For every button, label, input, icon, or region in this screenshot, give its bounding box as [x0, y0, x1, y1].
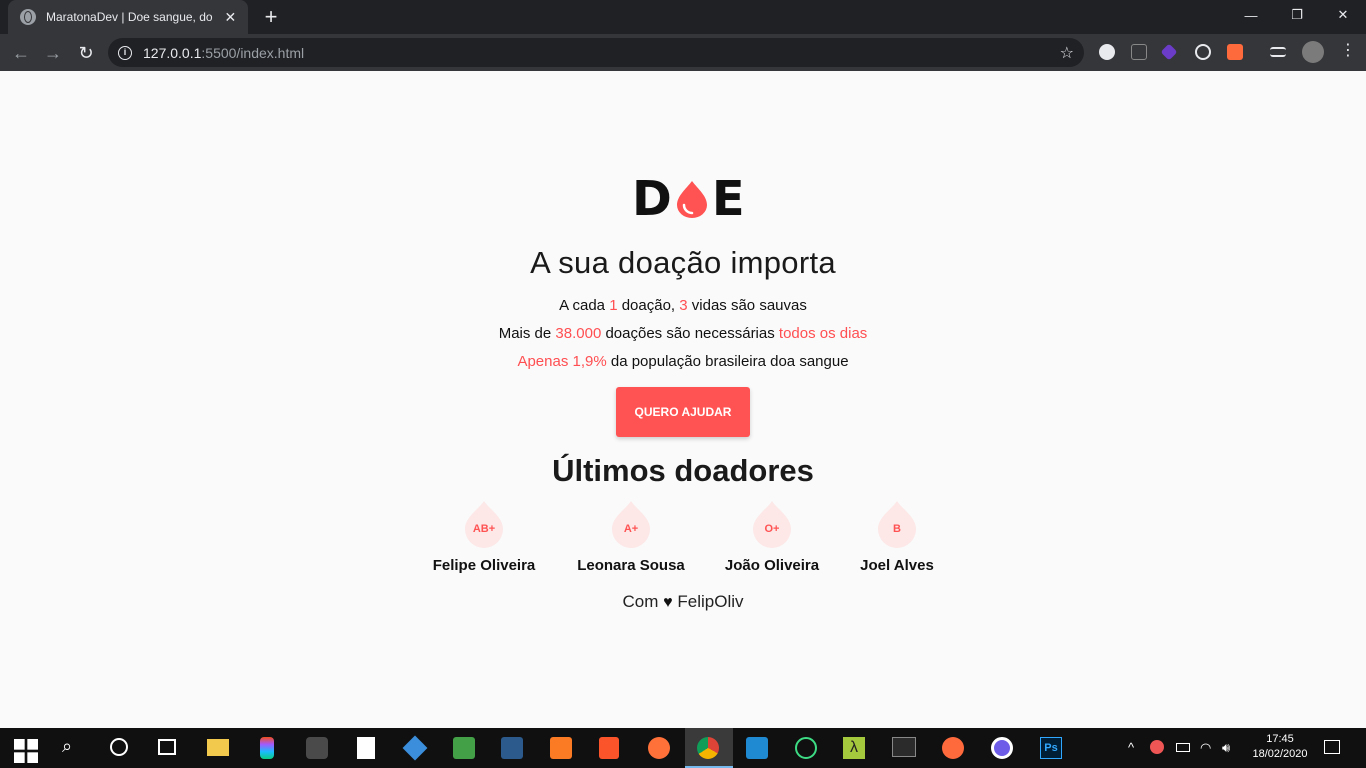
sourcetree-icon[interactable]	[402, 735, 428, 761]
windows-start-icon[interactable]	[14, 739, 38, 763]
notification-icon[interactable]	[1324, 740, 1340, 754]
donor-card: AB+ Felipe Oliveira	[414, 501, 554, 574]
media-control-icon[interactable]	[1270, 47, 1286, 57]
blood-drop-icon: A+	[610, 501, 652, 549]
bookmark-star-icon[interactable]: ☆	[1060, 43, 1074, 63]
blood-type: O+	[764, 523, 780, 535]
file-icon[interactable]	[357, 737, 375, 759]
fact-line-2: Mais de 38.000 doações são necessárias t…	[0, 325, 1366, 342]
fact-text: A cada	[559, 297, 610, 314]
url-path: :5500/index.html	[201, 44, 305, 61]
highlight-text: 38.000	[555, 325, 602, 342]
blood-drop-icon: B	[876, 501, 918, 549]
postman-icon[interactable]	[942, 737, 964, 759]
task-view-icon[interactable]	[158, 739, 176, 755]
blood-type: AB+	[472, 523, 496, 535]
heart-icon: ♥	[663, 594, 673, 611]
fact-line-1: A cada 1 doação, 3 vidas são sauvas	[0, 297, 1366, 314]
donor-card: O+ João Oliveira	[702, 501, 842, 574]
info-icon[interactable]: i	[118, 45, 132, 60]
wifi-icon[interactable]: ◠	[1200, 740, 1211, 756]
battery-icon[interactable]	[1176, 743, 1190, 752]
blood-drop-icon: AB+	[463, 501, 505, 549]
lambda-icon[interactable]: λ	[843, 737, 865, 759]
photoshop-icon[interactable]: Ps	[1040, 737, 1062, 759]
volume-icon[interactable]: 🔊︎	[1222, 740, 1230, 756]
footer-author: FelipOliv	[677, 592, 744, 611]
highlight-text: 1	[609, 297, 618, 314]
fact-text: Mais de	[498, 325, 556, 342]
window-close-button[interactable]: ✕	[1320, 0, 1366, 30]
fact-text: da população brasileira doa sangue	[606, 353, 849, 370]
atom-icon[interactable]	[795, 737, 817, 759]
footer-credit: Com ♥ FelipOliv	[0, 592, 1366, 612]
new-tab-button[interactable]: +	[260, 4, 282, 30]
terminal-icon[interactable]	[892, 737, 916, 757]
xampp-icon[interactable]	[550, 737, 572, 759]
chrome-icon[interactable]	[697, 737, 719, 759]
blood-type: A+	[623, 523, 639, 535]
donor-name: Leonara Sousa	[577, 557, 685, 574]
fact-text: vidas são sauvas	[687, 297, 807, 314]
extension-icon[interactable]	[1131, 44, 1147, 60]
app-icon[interactable]	[991, 737, 1013, 759]
blood-drop-icon	[676, 181, 707, 218]
antivirus-icon[interactable]	[1150, 740, 1164, 754]
react-devtools-icon[interactable]	[1195, 44, 1211, 60]
browser-tab-strip: MaratonaDev | Doe sangue, doe ✕ + — ❐ ✕	[0, 0, 1366, 34]
footer-prefix: Com	[622, 592, 659, 611]
highlight-text: todos os dias	[778, 325, 868, 342]
tab-title: MaratonaDev | Doe sangue, doe	[46, 10, 213, 24]
donor-name: Felipe Oliveira	[432, 557, 536, 574]
highlight-text: Apenas 1,9%	[517, 353, 607, 370]
chevron-up-icon[interactable]: ^	[1128, 740, 1134, 755]
globe-icon	[20, 9, 36, 25]
search-icon[interactable]: ⌕	[62, 736, 86, 760]
blood-drop-icon: O+	[751, 501, 793, 549]
back-icon[interactable]: ←	[8, 40, 34, 66]
file-explorer-icon[interactable]	[207, 739, 229, 756]
avatar[interactable]	[1302, 41, 1324, 63]
node-icon[interactable]	[453, 737, 475, 759]
logo-letter-d: D	[632, 171, 672, 227]
url-host: 127.0.0.1	[143, 44, 202, 61]
clock-time: 17:45	[1266, 733, 1294, 745]
address-bar[interactable]: i 127.0.0.1:5500/index.html ☆	[108, 38, 1084, 67]
clock-date: 18/02/2020	[1252, 748, 1308, 760]
system-clock[interactable]: 17:45 18/02/2020	[1240, 732, 1320, 762]
doe-logo: D E	[632, 171, 745, 227]
page-title: A sua doação importa	[530, 245, 836, 280]
extension-icon[interactable]	[1099, 44, 1115, 60]
windows-taskbar: ⌕ λ Ps ^ ◠ 🔊︎ 17:45 18/02/2020	[0, 728, 1366, 768]
donor-name: João Oliveira	[724, 557, 820, 574]
fact-text: doação,	[617, 297, 680, 314]
whatsapp-icon[interactable]	[306, 737, 328, 759]
reload-icon[interactable]: ↻	[73, 40, 99, 66]
menu-icon[interactable]: ⋮	[1340, 40, 1356, 60]
fact-line-3: Apenas 1,9% da população brasileira doa …	[0, 353, 1366, 370]
extension-icon[interactable]	[1227, 44, 1243, 60]
donor-card: B Joel Alves	[827, 501, 967, 574]
close-icon[interactable]: ✕	[223, 9, 238, 26]
donors-title: Últimos doadores	[552, 453, 814, 488]
vscode-icon[interactable]	[746, 737, 768, 759]
logo-letter-e: E	[711, 171, 745, 227]
browser-tab[interactable]: MaratonaDev | Doe sangue, doe ✕	[8, 0, 248, 34]
donor-card: A+ Leonara Sousa	[561, 501, 701, 574]
page-content: D E A sua doação importa A cada 1 doação…	[0, 71, 1366, 728]
figma-icon[interactable]	[260, 737, 274, 759]
forward-icon[interactable]: →	[40, 40, 66, 66]
restore-button[interactable]: ❐	[1274, 0, 1320, 30]
fact-text: doações são necessárias	[601, 325, 779, 342]
brave-icon[interactable]	[599, 737, 619, 759]
cortana-icon[interactable]	[110, 738, 128, 756]
highlight-text: 3	[679, 297, 688, 314]
minimize-button[interactable]: —	[1228, 0, 1274, 30]
help-button[interactable]: QUERO AJUDAR	[616, 387, 750, 437]
firefox-icon[interactable]	[648, 737, 670, 759]
mysql-workbench-icon[interactable]	[501, 737, 523, 759]
donor-name: Joel Alves	[860, 557, 934, 574]
blood-type: B	[893, 523, 901, 535]
